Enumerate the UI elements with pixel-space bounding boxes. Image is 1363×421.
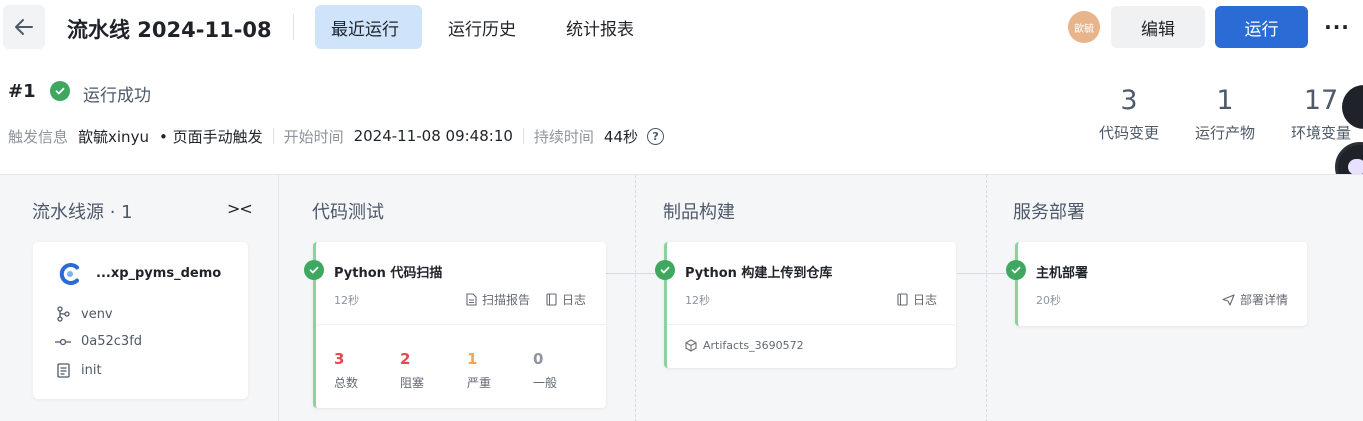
tab-statistics[interactable]: 统计报表 [550, 5, 650, 49]
stage-title-test: 代码测试 [312, 202, 384, 223]
repo-name: ...xp_pyms_demo [96, 266, 222, 281]
run-meta: 触发信息 歆毓xinyu • 页面手动触发 开始时间 2024-11-08 09… [8, 125, 665, 147]
package-icon [685, 339, 697, 352]
start-time-label: 开始时间 [283, 127, 344, 146]
metric-value: 2 [400, 350, 411, 368]
log-label: 日志 [562, 293, 587, 307]
stage-title-build: 制品构建 [663, 202, 735, 223]
repo-logo-icon [59, 263, 79, 285]
metric-critical[interactable]: 1 严重 [467, 350, 491, 391]
log-label: 日志 [913, 293, 938, 307]
divider [293, 14, 294, 40]
job-card-code-scan[interactable]: Python 代码扫描 12秒 扫描报告 日志 3 总数 2 阻塞 1 严重 0… [304, 242, 606, 408]
metric-total[interactable]: 3 总数 [334, 350, 358, 391]
divider [667, 324, 956, 325]
divider [522, 128, 524, 144]
metric-value: 0 [533, 350, 544, 368]
send-icon [1222, 293, 1235, 306]
start-time: 2024-11-08 09:48:10 [353, 127, 513, 145]
branch-row: venv [55, 306, 113, 322]
arrow-left-icon [15, 19, 33, 35]
more-icon[interactable]: ··· [1324, 14, 1349, 40]
document-icon [55, 363, 71, 378]
help-icon[interactable]: ? [647, 127, 665, 145]
stat-value: 3 [1120, 85, 1138, 116]
page-title: 流水线 2024-11-08 [67, 18, 272, 42]
stat-code-changes[interactable]: 3 代码变更 [1096, 84, 1162, 143]
trigger-user: 歆毓xinyu [78, 127, 149, 146]
job-duration: 12秒 [334, 294, 359, 307]
message-row: init [55, 363, 102, 378]
commit-icon [55, 337, 71, 347]
run-status: 运行成功 [83, 86, 151, 106]
success-check-icon [304, 260, 324, 280]
deploy-details-label: 部署详情 [1240, 293, 1289, 307]
log-icon [897, 293, 908, 306]
metric-label: 严重 [467, 376, 492, 390]
stat-label: 环境变量 [1290, 124, 1351, 142]
stage-title-deploy: 服务部署 [1013, 202, 1085, 223]
source-card[interactable]: ...xp_pyms_demo venv 0a52c3fd init [33, 242, 248, 399]
scan-report-label: 扫描报告 [482, 293, 531, 307]
metric-label: 总数 [334, 376, 359, 390]
deploy-details-link[interactable]: 部署详情 [1222, 291, 1288, 308]
stat-artifacts[interactable]: 1 运行产物 [1192, 84, 1258, 143]
metric-normal[interactable]: 0 一般 [533, 350, 557, 391]
job-name: 主机部署 [1036, 266, 1089, 281]
job-duration: 20秒 [1036, 294, 1061, 307]
success-check-icon [655, 260, 675, 280]
job-card-build-upload[interactable]: Python 构建上传到仓库 12秒 日志 Artifacts_3690572 [655, 242, 956, 368]
job-name: Python 构建上传到仓库 [685, 266, 833, 281]
artifact-link[interactable]: Artifacts_3690572 [685, 339, 804, 352]
branch-icon [55, 306, 71, 322]
source-title: 流水线源 · 1 [32, 202, 133, 223]
run-button[interactable]: 运行 [1215, 6, 1308, 48]
metric-value: 3 [334, 350, 345, 368]
job-duration: 12秒 [685, 294, 710, 307]
stage-divider [986, 175, 987, 421]
back-button[interactable] [3, 5, 45, 49]
stage-divider [635, 175, 636, 421]
scan-report-link[interactable]: 扫描报告 [466, 291, 530, 308]
metric-label: 阻塞 [400, 376, 425, 390]
commit-row: 0a52c3fd [55, 334, 142, 349]
stat-label: 代码变更 [1098, 124, 1159, 142]
edit-button[interactable]: 编辑 [1111, 6, 1205, 48]
source-column: 流水线源 · 1 >< ...xp_pyms_demo venv 0a52c3f… [3, 175, 279, 421]
trigger-label: 触发信息 [8, 127, 69, 146]
tab-run-history[interactable]: 运行历史 [432, 5, 532, 49]
pipeline-canvas: 流水线源 · 1 >< ...xp_pyms_demo venv 0a52c3f… [0, 174, 1363, 421]
log-link[interactable]: 日志 [546, 291, 586, 308]
metric-blocker[interactable]: 2 阻塞 [400, 350, 424, 391]
log-icon [546, 293, 557, 306]
metric-value: 1 [467, 350, 478, 368]
tab-recent-runs[interactable]: 最近运行 [315, 5, 422, 49]
success-check-icon [1006, 260, 1026, 280]
divider [316, 324, 606, 325]
run-number: #1 [8, 81, 36, 102]
collapse-icon[interactable]: >< [227, 199, 253, 218]
log-link[interactable]: 日志 [897, 291, 937, 308]
commit-message: init [81, 363, 102, 378]
success-check-icon [50, 81, 70, 101]
trigger-type: • 页面手动触发 [158, 127, 263, 146]
avatar[interactable]: 歆毓 [1068, 11, 1100, 43]
branch-name: venv [81, 306, 113, 322]
header: 流水线 2024-11-08 最近运行 运行历史 统计报表 歆毓 编辑 运行 ·… [0, 0, 1363, 56]
artifact-name: Artifacts_3690572 [703, 339, 804, 352]
commit-hash[interactable]: 0a52c3fd [81, 334, 142, 349]
duration: 44秒 [603, 127, 639, 146]
divider [272, 128, 274, 144]
job-name: Python 代码扫描 [334, 266, 443, 281]
job-card-host-deploy[interactable]: 主机部署 20秒 部署详情 [1006, 242, 1307, 326]
stat-value: 1 [1216, 85, 1234, 116]
duration-label: 持续时间 [533, 127, 594, 146]
stat-label: 运行产物 [1194, 124, 1255, 142]
metric-label: 一般 [533, 376, 558, 390]
report-icon [466, 293, 477, 306]
